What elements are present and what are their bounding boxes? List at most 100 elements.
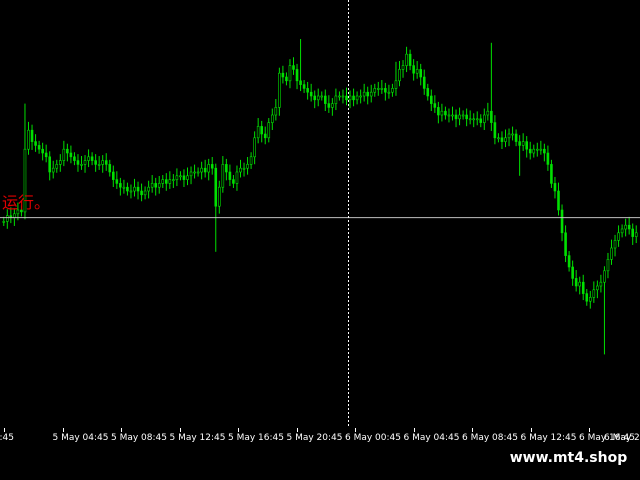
candle-body bbox=[500, 137, 504, 142]
time-tick-mark bbox=[121, 428, 122, 432]
candle-body bbox=[369, 91, 373, 97]
candle-body bbox=[133, 186, 136, 192]
candle-body bbox=[355, 95, 359, 101]
candle-body bbox=[179, 175, 182, 178]
candle-body bbox=[528, 148, 532, 154]
candle-body bbox=[539, 148, 543, 151]
candle-body bbox=[154, 183, 157, 188]
candle-body bbox=[334, 95, 338, 104]
candle-body bbox=[634, 232, 638, 237]
candle-body bbox=[83, 160, 87, 165]
candle-body bbox=[543, 148, 546, 154]
candle-body bbox=[465, 114, 468, 120]
time-tick-label: 5 May 16:45 bbox=[228, 433, 284, 443]
candle-body bbox=[620, 228, 624, 234]
candle-body bbox=[359, 95, 362, 98]
candlestick-plot[interactable] bbox=[0, 0, 640, 428]
candle-body bbox=[249, 156, 253, 165]
candles-group bbox=[2, 39, 638, 355]
candle-body bbox=[564, 232, 567, 256]
candle-body bbox=[348, 95, 352, 101]
candle-body bbox=[228, 171, 232, 180]
time-tick-label: 6 May 00:45 bbox=[345, 433, 401, 443]
candle-body bbox=[51, 167, 55, 173]
candle-body bbox=[140, 190, 143, 196]
candle-body bbox=[550, 164, 553, 184]
candle-body bbox=[69, 152, 73, 158]
candle-body bbox=[200, 167, 203, 173]
candle-body bbox=[444, 110, 447, 116]
candle-body bbox=[535, 148, 539, 151]
candle-body bbox=[126, 186, 129, 192]
time-tick-label: 6 May 12:45 bbox=[520, 433, 577, 443]
candle-body bbox=[553, 183, 557, 192]
candle-body bbox=[610, 247, 613, 260]
candle-body bbox=[302, 84, 306, 89]
candle-body bbox=[327, 103, 331, 108]
candle-body bbox=[567, 255, 571, 268]
candle-body bbox=[193, 171, 196, 174]
candle-body bbox=[281, 72, 285, 78]
candle-body bbox=[44, 152, 48, 158]
candle-body bbox=[288, 65, 292, 82]
candle-body bbox=[232, 179, 235, 184]
candle-body bbox=[373, 88, 377, 93]
candle-body bbox=[518, 141, 521, 146]
candle-body bbox=[380, 88, 384, 90]
candle-body bbox=[525, 141, 529, 150]
candle-body bbox=[461, 114, 465, 117]
time-tick-mark bbox=[62, 428, 64, 432]
candle-body bbox=[493, 122, 497, 139]
candle-body bbox=[401, 65, 405, 70]
time-tick-mark bbox=[472, 428, 473, 432]
candle-body bbox=[2, 221, 6, 223]
candle-body bbox=[387, 91, 391, 94]
candle-body bbox=[66, 148, 69, 154]
candle-body bbox=[405, 53, 408, 66]
candle-body bbox=[235, 171, 239, 184]
candle-body bbox=[299, 80, 302, 85]
candle-body bbox=[58, 160, 62, 165]
price-chart[interactable] bbox=[0, 0, 640, 452]
candle-body bbox=[497, 137, 500, 140]
time-tick-label: 5 May 08:45 bbox=[111, 433, 167, 443]
candle-body bbox=[285, 76, 288, 82]
candle-body bbox=[214, 167, 218, 207]
candle-body bbox=[490, 110, 493, 123]
time-tick-mark bbox=[179, 428, 181, 432]
candle-body bbox=[73, 156, 76, 161]
candle-body bbox=[150, 183, 154, 188]
candle-body bbox=[270, 114, 274, 123]
candle-body bbox=[571, 266, 574, 279]
candle-body bbox=[454, 114, 458, 120]
candle-body bbox=[316, 95, 320, 101]
candle-body bbox=[546, 152, 550, 165]
candle-body bbox=[30, 129, 34, 142]
candle-body bbox=[475, 118, 479, 121]
time-tick-mark bbox=[296, 428, 298, 432]
candle-body bbox=[574, 278, 578, 287]
candle-body bbox=[486, 110, 490, 116]
candle-body bbox=[242, 167, 246, 170]
candle-body bbox=[34, 141, 37, 146]
candle-body bbox=[203, 167, 207, 173]
candle-body bbox=[210, 164, 214, 169]
candle-body bbox=[161, 179, 165, 184]
candle-body bbox=[376, 88, 380, 90]
candle-body bbox=[613, 240, 617, 249]
candle-body bbox=[104, 160, 108, 165]
candle-body bbox=[458, 114, 461, 120]
candle-body bbox=[182, 175, 186, 180]
candle-body bbox=[165, 179, 168, 184]
time-tick-label: 6 May 2 bbox=[604, 433, 640, 443]
candle-body bbox=[94, 160, 97, 165]
candle-body bbox=[157, 183, 161, 188]
time-tick-label: 04:45 bbox=[0, 433, 14, 443]
time-tick-mark bbox=[530, 428, 532, 432]
candle-body bbox=[440, 110, 444, 116]
candle-body bbox=[366, 91, 370, 97]
candle-body bbox=[147, 186, 150, 192]
time-tick-label: 5 May 20:45 bbox=[286, 433, 343, 443]
candle-body bbox=[221, 164, 225, 188]
time-tick-mark bbox=[413, 428, 415, 432]
